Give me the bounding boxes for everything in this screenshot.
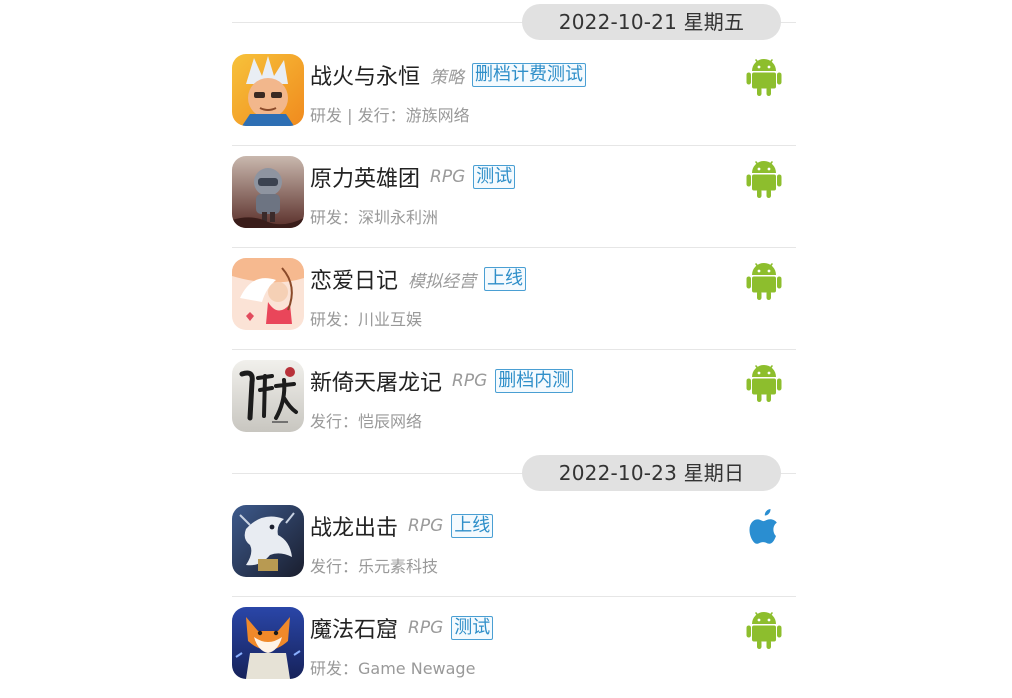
- game-genre: RPG: [408, 516, 444, 536]
- date-pill: 2022-10-23 星期日: [522, 455, 781, 491]
- game-row[interactable]: 战火与永恒 策略 删档计费测试 研发 | 发行：游族网络: [232, 44, 796, 146]
- game-name[interactable]: 战龙出击: [310, 510, 398, 542]
- title-line: 魔法石窟 RPG 测试: [310, 611, 494, 645]
- status-badge: 删档内测: [495, 369, 574, 393]
- date-header: 2022-10-23 星期日: [232, 451, 796, 495]
- game-name[interactable]: 恋爱日记: [310, 263, 398, 295]
- title-line: 战龙出击 RPG 上线: [310, 509, 494, 543]
- warrior-portrait-icon[interactable]: [232, 54, 304, 126]
- android-icon: [746, 362, 782, 402]
- title-line: 原力英雄团 RPG 测试: [310, 160, 516, 194]
- status-badge: 测试: [473, 165, 516, 189]
- game-name[interactable]: 新倚天屠龙记: [310, 365, 442, 397]
- game-genre: RPG: [408, 618, 444, 638]
- apple-icon: [746, 507, 782, 547]
- status-badge: 上线: [484, 267, 527, 291]
- game-genre: RPG: [430, 167, 466, 187]
- android-icon: [746, 158, 782, 198]
- game-genre: 模拟经营: [408, 271, 477, 292]
- android-icon: [746, 609, 782, 649]
- company-info: 研发：川业互娱: [310, 310, 423, 329]
- game-name[interactable]: 战火与永恒: [310, 59, 420, 91]
- status-badge: 上线: [451, 514, 494, 538]
- android-icon: [746, 56, 782, 96]
- game-row[interactable]: 原力英雄团 RPG 测试 研发：深圳永利洲: [232, 146, 796, 248]
- game-name[interactable]: 魔法石窟: [310, 612, 398, 644]
- armored-hero-icon[interactable]: [232, 156, 304, 228]
- date-pill: 2022-10-21 星期五: [522, 4, 781, 40]
- android-icon: [746, 260, 782, 300]
- date-header: 2022-10-21 星期五: [232, 0, 796, 44]
- cupid-angel-icon[interactable]: [232, 258, 304, 330]
- company-info: 发行：乐元素科技: [310, 557, 439, 576]
- game-row[interactable]: 魔法石窟 RPG 测试 研发：Game Newage: [232, 597, 796, 698]
- title-line: 战火与永恒 策略 删档计费测试: [310, 58, 587, 92]
- game-genre: 策略: [430, 67, 465, 88]
- game-name[interactable]: 原力英雄团: [310, 161, 420, 193]
- status-badge: 删档计费测试: [472, 63, 587, 87]
- white-dragon-icon[interactable]: [232, 505, 304, 577]
- title-line: 恋爱日记 模拟经营 上线: [310, 262, 527, 296]
- title-line: 新倚天屠龙记 RPG 删档内测: [310, 364, 574, 398]
- company-info: 发行：恺辰网络: [310, 412, 423, 431]
- company-info: 研发 | 发行：游族网络: [310, 106, 470, 125]
- company-info: 研发：深圳永利洲: [310, 208, 439, 227]
- game-row[interactable]: 战龙出击 RPG 上线 发行：乐元素科技: [232, 495, 796, 597]
- company-info: 研发：Game Newage: [310, 659, 476, 678]
- game-genre: RPG: [452, 371, 488, 391]
- game-release-list: 2022-10-21 星期五 战火与永恒 策略 删档计费测试 研发 | 发行：游…: [232, 0, 796, 698]
- calligraphy-logo-icon[interactable]: [232, 360, 304, 432]
- status-badge: 测试: [451, 616, 494, 640]
- game-row[interactable]: 新倚天屠龙记 RPG 删档内测 发行：恺辰网络: [232, 350, 796, 451]
- fox-character-icon[interactable]: [232, 607, 304, 679]
- game-row[interactable]: 恋爱日记 模拟经营 上线 研发：川业互娱: [232, 248, 796, 350]
